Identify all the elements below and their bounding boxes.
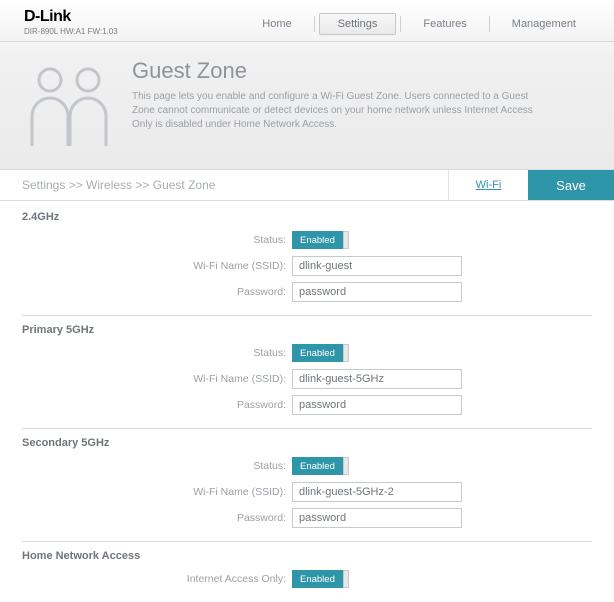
- nav-separator: [314, 16, 315, 32]
- toggle-on-label: Enabled: [292, 344, 343, 362]
- toggle-on-label: Enabled: [292, 457, 343, 475]
- toggle-handle: [343, 457, 349, 475]
- section-title-24ghz: 2.4GHz: [22, 205, 592, 225]
- nav-separator: [489, 16, 490, 32]
- nav-separator: [400, 16, 401, 32]
- nav-management[interactable]: Management: [494, 14, 594, 34]
- brand: D-Link DIR-890L HW:A1 FW:1.03: [24, 8, 118, 36]
- divider: [22, 315, 592, 316]
- toggle-secondary5ghz-status[interactable]: Enabled: [292, 457, 349, 475]
- label-password: Password:: [22, 286, 292, 298]
- label-ssid: Wi-Fi Name (SSID):: [22, 373, 292, 385]
- label-status: Status:: [22, 234, 292, 246]
- content: 2.4GHz Status: Enabled Wi-Fi Name (SSID)…: [0, 201, 614, 602]
- page-title: Guest Zone: [132, 58, 552, 84]
- nav-settings[interactable]: Settings: [319, 13, 397, 35]
- subbar: Settings >> Wireless >> Guest Zone Wi-Fi…: [0, 169, 614, 201]
- input-secondary5ghz-ssid[interactable]: [292, 482, 462, 502]
- page-description: This page lets you enable and configure …: [132, 90, 552, 132]
- label-password: Password:: [22, 399, 292, 411]
- toggle-on-label: Enabled: [292, 231, 343, 249]
- save-button[interactable]: Save: [528, 170, 614, 200]
- toggle-handle: [343, 231, 349, 249]
- toggle-handle: [343, 570, 349, 588]
- page-root: D-Link DIR-890L HW:A1 FW:1.03 Home Setti…: [0, 0, 614, 602]
- input-primary5ghz-password[interactable]: [292, 395, 462, 415]
- section-title-secondary5ghz: Secondary 5GHz: [22, 431, 592, 451]
- section-24ghz: Status: Enabled Wi-Fi Name (SSID): Passw…: [22, 225, 592, 311]
- section-title-primary5ghz: Primary 5GHz: [22, 318, 592, 338]
- section-home-access: Internet Access Only: Enabled: [22, 564, 592, 598]
- breadcrumb: Settings >> Wireless >> Guest Zone: [0, 170, 448, 200]
- toggle-on-label: Enabled: [292, 570, 343, 588]
- header: D-Link DIR-890L HW:A1 FW:1.03 Home Setti…: [0, 0, 614, 42]
- label-ssid: Wi-Fi Name (SSID):: [22, 486, 292, 498]
- input-secondary5ghz-password[interactable]: [292, 508, 462, 528]
- label-status: Status:: [22, 347, 292, 359]
- top-nav: Home Settings Features Management: [244, 8, 594, 35]
- hero: Guest Zone This page lets you enable and…: [0, 42, 614, 169]
- input-24ghz-ssid[interactable]: [292, 256, 462, 276]
- input-primary5ghz-ssid[interactable]: [292, 369, 462, 389]
- label-password: Password:: [22, 512, 292, 524]
- section-primary5ghz: Status: Enabled Wi-Fi Name (SSID): Passw…: [22, 338, 592, 424]
- label-status: Status:: [22, 460, 292, 472]
- toggle-internet-access-only[interactable]: Enabled: [292, 570, 349, 588]
- toggle-handle: [343, 344, 349, 362]
- section-secondary5ghz: Status: Enabled Wi-Fi Name (SSID): Passw…: [22, 451, 592, 537]
- divider: [22, 428, 592, 429]
- input-24ghz-password[interactable]: [292, 282, 462, 302]
- label-ssid: Wi-Fi Name (SSID):: [22, 260, 292, 272]
- wifi-link[interactable]: Wi-Fi: [448, 170, 528, 200]
- nav-home[interactable]: Home: [244, 14, 309, 34]
- hero-text: Guest Zone This page lets you enable and…: [132, 58, 552, 151]
- nav-features[interactable]: Features: [405, 14, 484, 34]
- guest-zone-icon: [20, 58, 118, 151]
- label-internet-only: Internet Access Only:: [22, 573, 292, 585]
- section-title-home-access: Home Network Access: [22, 544, 592, 564]
- model-info: DIR-890L HW:A1 FW:1.03: [24, 27, 118, 36]
- toggle-primary5ghz-status[interactable]: Enabled: [292, 344, 349, 362]
- divider: [22, 541, 592, 542]
- brand-logo: D-Link: [24, 8, 118, 26]
- toggle-24ghz-status[interactable]: Enabled: [292, 231, 349, 249]
